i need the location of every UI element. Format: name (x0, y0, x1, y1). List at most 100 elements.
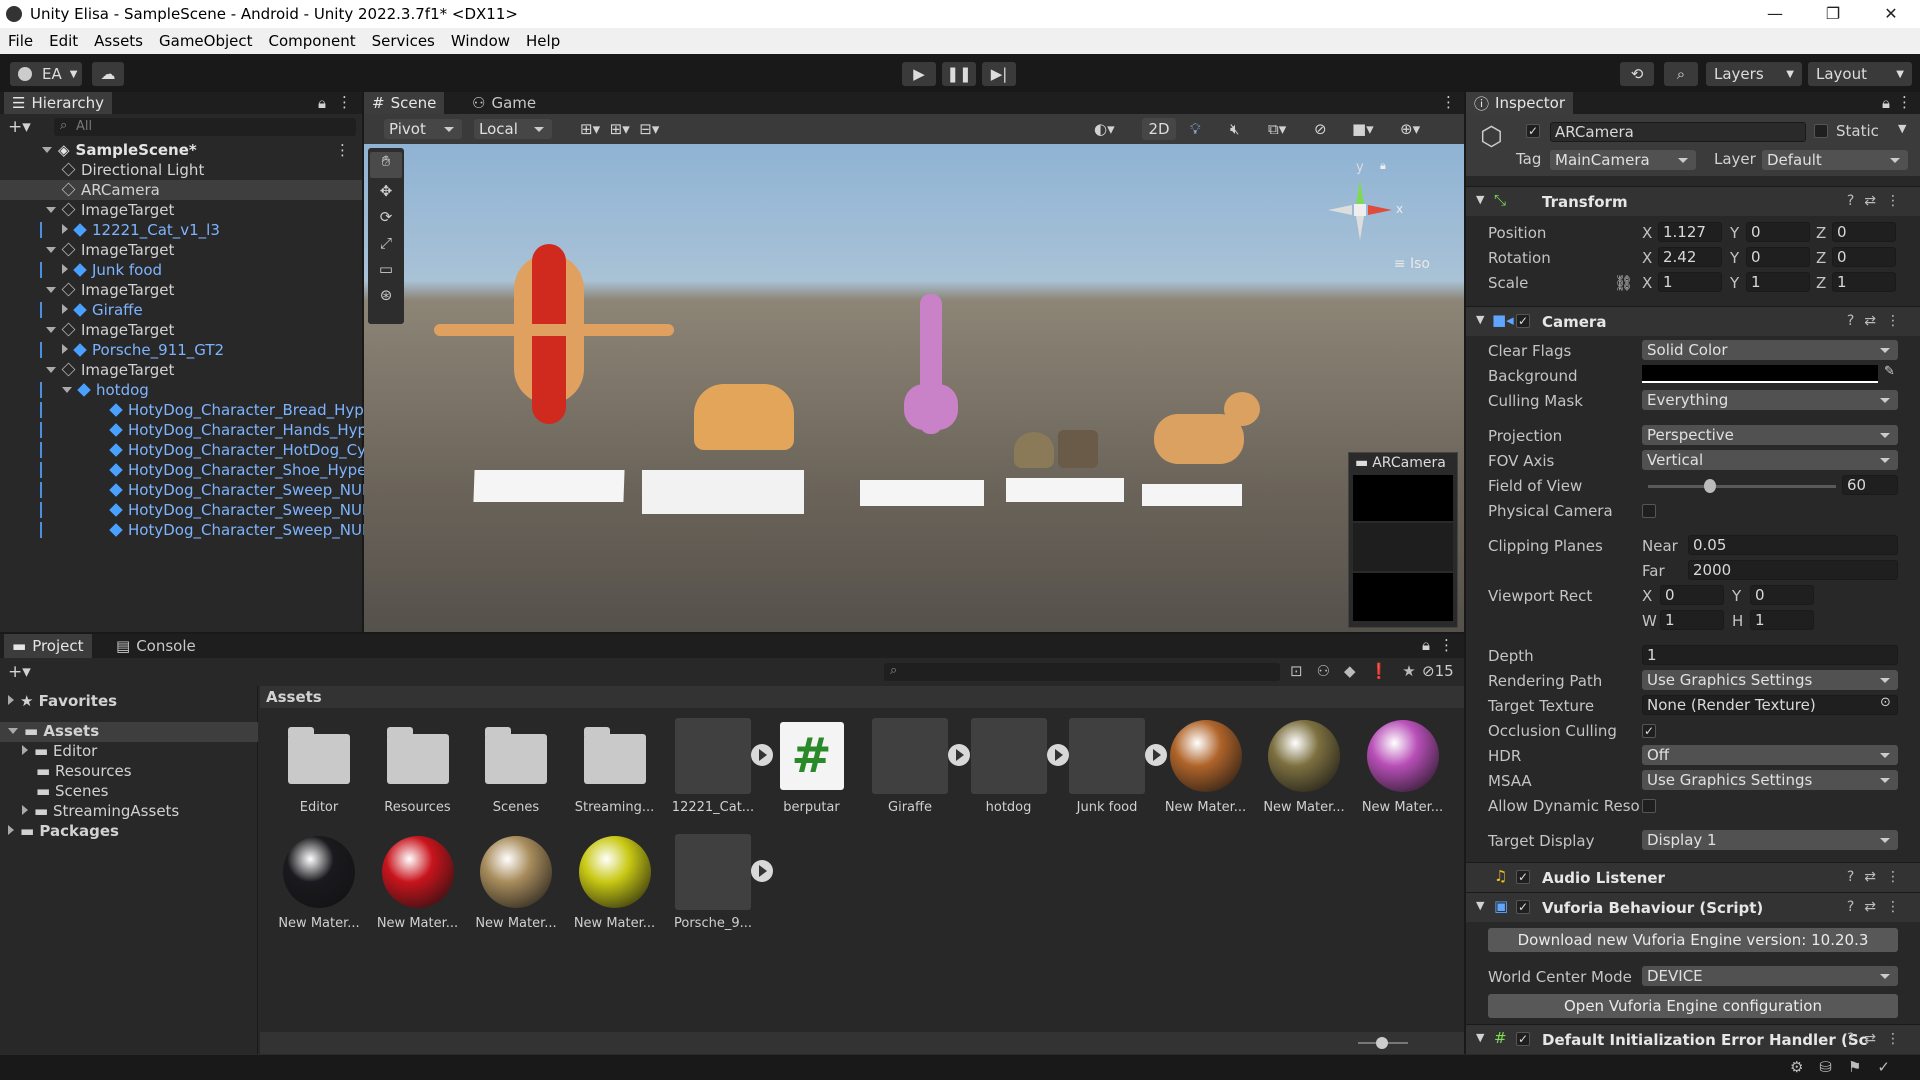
move-tool-icon[interactable]: ✥ (368, 182, 404, 208)
axis-z-label[interactable]: Z (1816, 224, 1826, 242)
tab-game[interactable]: ⚇ Game (464, 92, 544, 114)
tab-hierarchy[interactable]: ☰ Hierarchy (4, 92, 112, 114)
object-name-field[interactable]: ARCamera (1550, 122, 1806, 142)
favorites-item[interactable]: ★ Favorites (8, 692, 117, 710)
maximize-button[interactable]: ❐ (1804, 0, 1862, 28)
hierarchy-item[interactable]: Giraffe (0, 300, 362, 320)
rendering-path-dropdown[interactable]: Use Graphics Settings (1642, 670, 1898, 690)
project-lock-icon[interactable]: 🔒︎ (1422, 636, 1430, 654)
minimize-button[interactable]: — (1746, 0, 1804, 28)
collapse-arrow-icon[interactable]: ▼ (1476, 313, 1484, 326)
hierarchy-item[interactable]: ImageTarget (0, 200, 362, 220)
scene-viewport[interactable]: ✋︎ ✥ ⟳ ⤢ ▭ ⊛ y x 🔒︎ ≡ Iso ▬ ARCamera (364, 144, 1464, 632)
iso-label[interactable]: ≡ Iso (1394, 256, 1430, 272)
filter-icons[interactable]: ⊡⚇◆❗★ (1290, 662, 1430, 680)
asset-script[interactable]: # berputar (767, 718, 857, 815)
hierarchy-item[interactable]: HotyDog_Character_Sweep_NUF (0, 520, 371, 540)
axis-y-label[interactable]: Y (1730, 249, 1739, 267)
position-z-field[interactable]: 0 (1832, 222, 1896, 242)
layout-dropdown[interactable]: Layout ▼ (1808, 62, 1912, 86)
hierarchy-item[interactable]: HotyDog_Character_Hands_Hyp (0, 420, 367, 440)
create-button[interactable]: +▾ (8, 662, 31, 682)
vuforia-checkbox[interactable]: ✓ (1516, 900, 1530, 914)
near-field[interactable]: 0.05 (1688, 535, 1898, 555)
world-center-dropdown[interactable]: DEVICE (1642, 966, 1898, 986)
hierarchy-item[interactable]: ImageTarget (0, 320, 362, 340)
hidden-objects-icon[interactable]: ⊘ (1314, 120, 1327, 138)
pause-button[interactable]: ❚❚ (942, 62, 976, 86)
eyedropper-icon[interactable]: ✎ (1884, 364, 1895, 379)
project-more-icon[interactable]: ⋮ (1439, 636, 1454, 654)
assets-breadcrumb[interactable]: Assets (266, 688, 322, 706)
asset-model[interactable]: Junk food (1062, 718, 1167, 815)
gizmo-lock-icon[interactable]: 🔒︎ (1380, 159, 1386, 173)
scene-more-icon[interactable]: ⋮ (1441, 93, 1456, 111)
cloud-button[interactable]: ☁ (92, 62, 124, 86)
search-button[interactable]: ⌕ (1664, 62, 1698, 86)
hdr-dropdown[interactable]: Off (1642, 745, 1898, 765)
collapse-arrow-icon[interactable] (62, 387, 72, 393)
hierarchy-item[interactable]: ARCamera (0, 180, 362, 200)
collapse-arrow-icon[interactable]: ▼ (1476, 193, 1484, 206)
default-init-header[interactable]: ▼ # ✓ Default Initialization Error Handl… (1466, 1024, 1920, 1054)
audio-listener-header[interactable]: ♫ ✓ Audio Listener ?⇄⋮ (1466, 862, 1920, 892)
collapse-arrow-icon[interactable]: ▼ (1476, 1031, 1484, 1044)
dynamic-resolution-checkbox[interactable] (1642, 799, 1656, 813)
image-target-porsche[interactable] (642, 470, 804, 514)
target-texture-field[interactable]: None (Render Texture) (1642, 695, 1898, 715)
effects-icon[interactable]: ⧉▾ (1268, 120, 1286, 138)
hierarchy-item[interactable]: HotyDog_Character_Shoe_Hype (0, 460, 366, 480)
tab-project[interactable]: ▬ Project (4, 634, 92, 658)
clear-flags-dropdown[interactable]: Solid Color (1642, 340, 1898, 360)
asset-material[interactable]: New Mater... (1358, 718, 1448, 815)
asset-model[interactable]: Porsche_9... (668, 834, 773, 931)
component-controls[interactable]: ?⇄⋮ (1847, 1031, 1910, 1047)
rotate-tool-icon[interactable]: ⟳ (368, 208, 404, 234)
menu-window[interactable]: Window (443, 32, 518, 50)
layer-dropdown[interactable]: Default (1762, 150, 1908, 170)
inspector-lock-icon[interactable]: 🔒︎ (1882, 94, 1890, 112)
expand-arrow-icon[interactable] (62, 304, 68, 314)
scale-y-field[interactable]: 1 (1746, 272, 1810, 292)
physical-camera-checkbox[interactable] (1642, 504, 1656, 518)
fov-slider-handle[interactable] (1704, 479, 1717, 493)
porsche-model[interactable] (694, 384, 794, 450)
asset-model[interactable]: Giraffe (865, 718, 970, 815)
asset-folder[interactable]: Editor (274, 718, 364, 815)
collapse-arrow-icon[interactable] (46, 207, 56, 213)
axis-x-label[interactable]: X (1642, 224, 1652, 242)
hidden-count[interactable]: ⊘15 (1422, 662, 1454, 680)
hierarchy-item[interactable]: HotyDog_Character_Sweep_NUF (0, 500, 371, 520)
asset-model[interactable]: 12221_Cat... (668, 718, 773, 815)
hierarchy-item[interactable]: Junk food (0, 260, 362, 280)
hierarchy-item[interactable]: HotyDog_Character_Bread_Hype (0, 400, 373, 420)
tree-editor[interactable]: ▬ Editor (22, 742, 97, 760)
axis-z-label[interactable]: Z (1816, 274, 1826, 292)
expand-arrow-icon[interactable] (62, 264, 68, 274)
position-x-field[interactable]: 1.127 (1658, 222, 1722, 242)
vuforia-header[interactable]: ▼ ▣ ✓ Vuforia Behaviour (Script) ?⇄⋮ (1466, 892, 1920, 922)
rotation-z-field[interactable]: 0 (1832, 247, 1896, 267)
expand-arrow-icon[interactable] (62, 224, 68, 234)
depth-field[interactable]: 1 (1642, 645, 1898, 665)
axis-y-label[interactable]: Y (1730, 224, 1739, 242)
asset-material[interactable]: New Mater... (1259, 718, 1349, 815)
expand-play-icon[interactable] (751, 860, 773, 882)
menu-gameobject[interactable]: GameObject (151, 32, 261, 50)
tree-packages[interactable]: ▬ Packages (8, 822, 119, 840)
add-button[interactable]: +▾ (8, 117, 31, 137)
hierarchy-item[interactable]: Directional Light (0, 160, 362, 180)
download-vuforia-button[interactable]: Download new Vuforia Engine version: 10.… (1488, 928, 1898, 952)
component-controls[interactable]: ?⇄⋮ (1847, 899, 1910, 915)
scale-z-field[interactable]: 1 (1832, 272, 1896, 292)
menu-file[interactable]: File (0, 32, 41, 50)
collapse-arrow-icon[interactable] (46, 247, 56, 253)
menu-assets[interactable]: Assets (86, 32, 151, 50)
camera-preview[interactable]: ▬ ARCamera (1348, 452, 1458, 628)
vp-w-field[interactable]: 1 (1660, 610, 1724, 630)
position-y-field[interactable]: 0 (1746, 222, 1810, 242)
project-search-input[interactable]: ⌕ (884, 663, 1280, 681)
step-button[interactable]: ▶| (982, 62, 1016, 86)
more-icon[interactable]: ⋮ (337, 93, 352, 111)
axis-z-label[interactable]: Z (1816, 249, 1826, 267)
